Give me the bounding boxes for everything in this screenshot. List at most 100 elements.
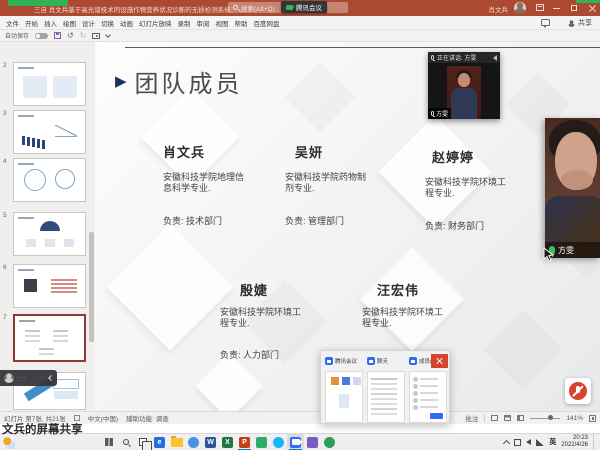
meeting-video-window[interactable]: 正在讲话: 方雯 方雯 — [428, 52, 500, 119]
window-preview-meeting[interactable]: 腾讯会议 — [325, 355, 365, 367]
comments-icon[interactable] — [541, 19, 550, 26]
tab-transitions[interactable]: 切换 — [101, 18, 114, 28]
taskbar-icon-qq[interactable] — [270, 434, 287, 450]
tab-draw[interactable]: 绘图 — [63, 18, 76, 28]
wechat-icon — [256, 437, 267, 448]
tray-expand-icon[interactable] — [503, 439, 510, 446]
member-card: 赵婷婷 安徽科技学院环境工程专业. 负责: 财务部门 — [425, 147, 474, 166]
tab-record[interactable]: 录制 — [178, 18, 191, 28]
panel-scrollbar[interactable] — [89, 232, 94, 342]
taskbar-icon-word[interactable]: W — [202, 434, 219, 450]
taskbar-icon-wechat[interactable] — [253, 434, 270, 450]
statusbar-right: 批注 141% — [465, 413, 596, 423]
taskbar-icon-file-explorer[interactable] — [168, 434, 185, 450]
member-name: 肖文兵 — [163, 142, 205, 161]
slide-thumbnail-3[interactable] — [13, 110, 86, 154]
meeting-float-chip[interactable]: ··· — [0, 370, 57, 386]
taskbar-search-button[interactable] — [117, 434, 134, 450]
mic-muted-icon — [569, 382, 587, 400]
taskbar-icon-excel[interactable]: X — [219, 434, 236, 450]
ime-indicator[interactable]: 英 — [549, 437, 556, 447]
slide-sorter-view-icon[interactable] — [504, 415, 511, 421]
slide-number: 2 — [3, 62, 7, 69]
task-view-button[interactable] — [134, 434, 151, 450]
notes-button[interactable]: 批注 — [465, 413, 478, 423]
preview-close-button[interactable] — [431, 354, 448, 368]
tab-animations[interactable]: 动画 — [120, 18, 133, 28]
tab-slideshow[interactable]: 幻灯片放映 — [139, 18, 172, 28]
taskbar-icon-tencent-meeting[interactable] — [287, 434, 304, 450]
decor-cube — [483, 310, 562, 389]
taskbar-icon-powerpoint[interactable]: P — [236, 434, 253, 450]
browser-icon — [324, 437, 335, 448]
taskbar-icon-chrome[interactable] — [185, 434, 202, 450]
weather-widget-icon[interactable] — [2, 436, 15, 449]
autosave-toggle[interactable] — [35, 33, 48, 39]
zoom-level[interactable]: 141% — [566, 415, 583, 422]
start-button[interactable] — [101, 434, 117, 450]
slide-number: 7 — [3, 314, 7, 321]
slide-thumbnail-5[interactable] — [13, 212, 86, 256]
preview-thumbnail[interactable] — [325, 371, 363, 423]
mic-muted-float-button[interactable] — [565, 378, 591, 404]
cloud-disk-icon — [307, 437, 318, 448]
accessibility-status[interactable]: 辅助功能: 调查 — [126, 413, 169, 423]
tab-file[interactable]: 文件 — [6, 18, 19, 28]
account-name[interactable]: 肖文兵 — [489, 4, 509, 14]
taskbar-icon-edge[interactable]: e — [151, 434, 168, 450]
member-role: 负责: 财务部门 — [425, 219, 484, 232]
member-name: 殷婕 — [240, 280, 268, 299]
fit-to-window-icon[interactable] — [589, 415, 596, 422]
tab-view[interactable]: 视图 — [216, 18, 229, 28]
preview-title-row: 腾讯会议 — [325, 355, 365, 367]
slide-title: 团队成员 — [135, 64, 243, 99]
tab-review[interactable]: 审阅 — [197, 18, 210, 28]
triangle-bullet-icon: ▶ — [115, 74, 127, 89]
preview-thumbnail[interactable] — [409, 371, 447, 423]
slide-thumbnail-2[interactable] — [13, 62, 86, 106]
taskbar-icon-browser[interactable] — [321, 434, 338, 450]
chat-icon — [367, 357, 375, 365]
taskbar-clock[interactable]: 20:23 2022/4/26 — [561, 435, 588, 449]
avatar[interactable] — [514, 2, 526, 14]
slide-number: 6 — [3, 264, 7, 271]
meeting-video-large[interactable]: 方雯 — [545, 118, 600, 258]
slide-thumbnail-4[interactable] — [13, 158, 86, 202]
tab-baidu-netdisk[interactable]: 百度网盘 — [254, 18, 280, 28]
save-icon[interactable] — [54, 32, 61, 39]
network-icon[interactable] — [536, 439, 544, 446]
window-preview-chat[interactable]: 聊天 — [367, 355, 407, 367]
slide-thumbnail-6[interactable] — [13, 264, 86, 308]
slide-thumbnail-7-selected[interactable] — [13, 314, 86, 362]
taskbar-icon-cloud-disk[interactable] — [304, 434, 321, 450]
tab-help[interactable]: 帮助 — [235, 18, 248, 28]
redo-icon[interactable]: ↻ — [80, 32, 87, 40]
decor-cube — [360, 247, 465, 352]
member-card: 殷婕 安徽科技学院环境工程专业. 负责: 人力部门 — [220, 280, 268, 299]
show-desktop-button[interactable] — [593, 434, 597, 450]
tab-design[interactable]: 设计 — [82, 18, 95, 28]
language-indicator[interactable]: 中文(中国) — [88, 413, 118, 423]
reading-view-icon[interactable] — [517, 415, 524, 421]
video-feed: 方雯 — [428, 63, 500, 119]
tencent-meeting-badge[interactable]: 腾讯会议 — [281, 1, 327, 13]
member-card: 吴妍 安徽科技学院药物制剂专业. 负责: 管理部门 — [285, 142, 323, 161]
video-window-header[interactable]: 正在讲话: 方雯 — [428, 52, 500, 63]
customize-toolbar-icon[interactable] — [106, 32, 112, 38]
undo-icon[interactable]: ↺ — [67, 32, 74, 40]
tab-home[interactable]: 开始 — [25, 18, 38, 28]
mic-icon — [431, 111, 434, 116]
preview-thumbnail[interactable] — [367, 371, 405, 423]
tray-app-icon[interactable] — [514, 439, 521, 446]
ribbon-display-options-icon[interactable] — [536, 4, 544, 11]
tab-insert[interactable]: 插入 — [44, 18, 57, 28]
minimize-button[interactable] — [548, 0, 564, 16]
volume-icon[interactable] — [526, 439, 531, 445]
screen-share-banner: 文兵的屏幕共享 — [2, 421, 83, 437]
document-title: 三自 肖文兵基于高光谱技术的设施作物营养状况诊断的无损检测系统 — [34, 4, 231, 14]
normal-view-icon[interactable] — [491, 415, 498, 421]
zoom-slider[interactable] — [530, 418, 560, 419]
share-button[interactable]: 共享 — [568, 18, 592, 28]
preview-title-row: 聊天 — [367, 355, 407, 367]
start-slideshow-icon[interactable] — [92, 33, 100, 39]
